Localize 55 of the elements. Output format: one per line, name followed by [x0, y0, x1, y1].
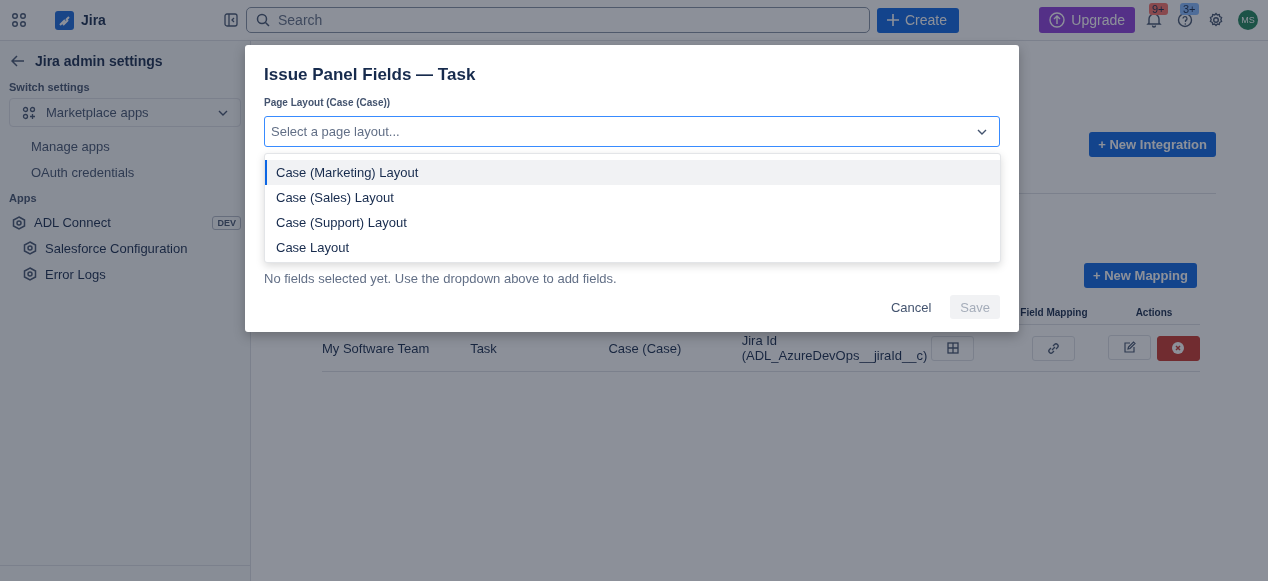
delete-button[interactable] [1156, 335, 1200, 361]
settings-icon[interactable] [1208, 12, 1224, 28]
help-badge: 3+ [1180, 3, 1199, 15]
create-button[interactable]: Create [877, 7, 960, 33]
link-icon [1047, 341, 1061, 355]
new-integration-button[interactable]: + New Integration [1089, 132, 1216, 157]
bell-icon[interactable] [1146, 12, 1162, 28]
dropdown-option[interactable]: Case (Marketing) Layout [265, 160, 1000, 185]
plus-icon [887, 14, 899, 26]
search-box[interactable]: Search [246, 7, 870, 33]
empty-message: No fields selected yet. Use the dropdown above to add fields. [264, 271, 618, 286]
search-icon [256, 13, 270, 27]
edit-button[interactable] [1107, 335, 1151, 361]
dev-tag: DEV [212, 215, 241, 230]
section-label: Apps [9, 192, 38, 204]
chevron-down-icon [977, 128, 987, 135]
dialog-title: Issue Panel Fields — Task [264, 65, 477, 85]
notification-badge: 9+ [1149, 3, 1168, 15]
cancel-button[interactable]: Cancel [880, 295, 942, 319]
hexagon-icon[interactable] [23, 241, 37, 255]
search-field[interactable]: Search [278, 9, 860, 31]
app-item[interactable]: Salesforce Configuration [45, 240, 188, 256]
dropdown-option[interactable]: Case (Sales) Layout [265, 185, 1000, 210]
grid-icon [946, 342, 959, 354]
upgrade-icon [1049, 12, 1066, 28]
grid-button[interactable] [931, 335, 975, 361]
app-item[interactable]: Error Logs [45, 266, 106, 282]
sidebar-link[interactable]: OAuth credentials [31, 160, 241, 186]
new-mapping-button[interactable]: + New Mapping [1084, 263, 1197, 288]
hexagon-icon[interactable] [12, 215, 26, 230]
back-arrow-icon[interactable] [11, 54, 25, 68]
app-item[interactable]: ADL Connect [34, 215, 205, 230]
close-icon [1172, 342, 1185, 355]
edit-icon [1122, 341, 1136, 355]
help-icon[interactable] [1177, 12, 1193, 28]
app-name: Jira [81, 12, 106, 28]
apps-plus-icon [22, 105, 36, 120]
apps-icon[interactable] [11, 12, 27, 28]
page-layout-select[interactable]: Select a page layout... [271, 118, 977, 145]
sidebar-toggle-icon[interactable] [224, 13, 238, 27]
chevron-down-icon [218, 109, 228, 116]
hexagon-icon[interactable] [23, 267, 37, 281]
section-label: Switch settings [9, 81, 91, 93]
link-button[interactable] [1032, 335, 1076, 361]
upgrade-button[interactable]: Upgrade [1039, 7, 1135, 33]
dropdown-option[interactable]: Case Layout [265, 235, 1000, 260]
select-box[interactable]: Select a page layout... [264, 116, 1000, 147]
field-label: Page Layout (Case (Case)) [264, 97, 392, 108]
dropdown-option[interactable]: Case (Support) Layout [265, 210, 1000, 235]
column-header: Actions [1107, 300, 1200, 325]
settings-switcher[interactable]: Marketplace apps [9, 98, 241, 127]
sidebar-title: Jira admin settings [35, 53, 163, 69]
user-avatar[interactable]: MS [1238, 10, 1258, 30]
sidebar-link[interactable]: Manage apps [31, 134, 241, 160]
jira-logo-icon [55, 10, 74, 30]
